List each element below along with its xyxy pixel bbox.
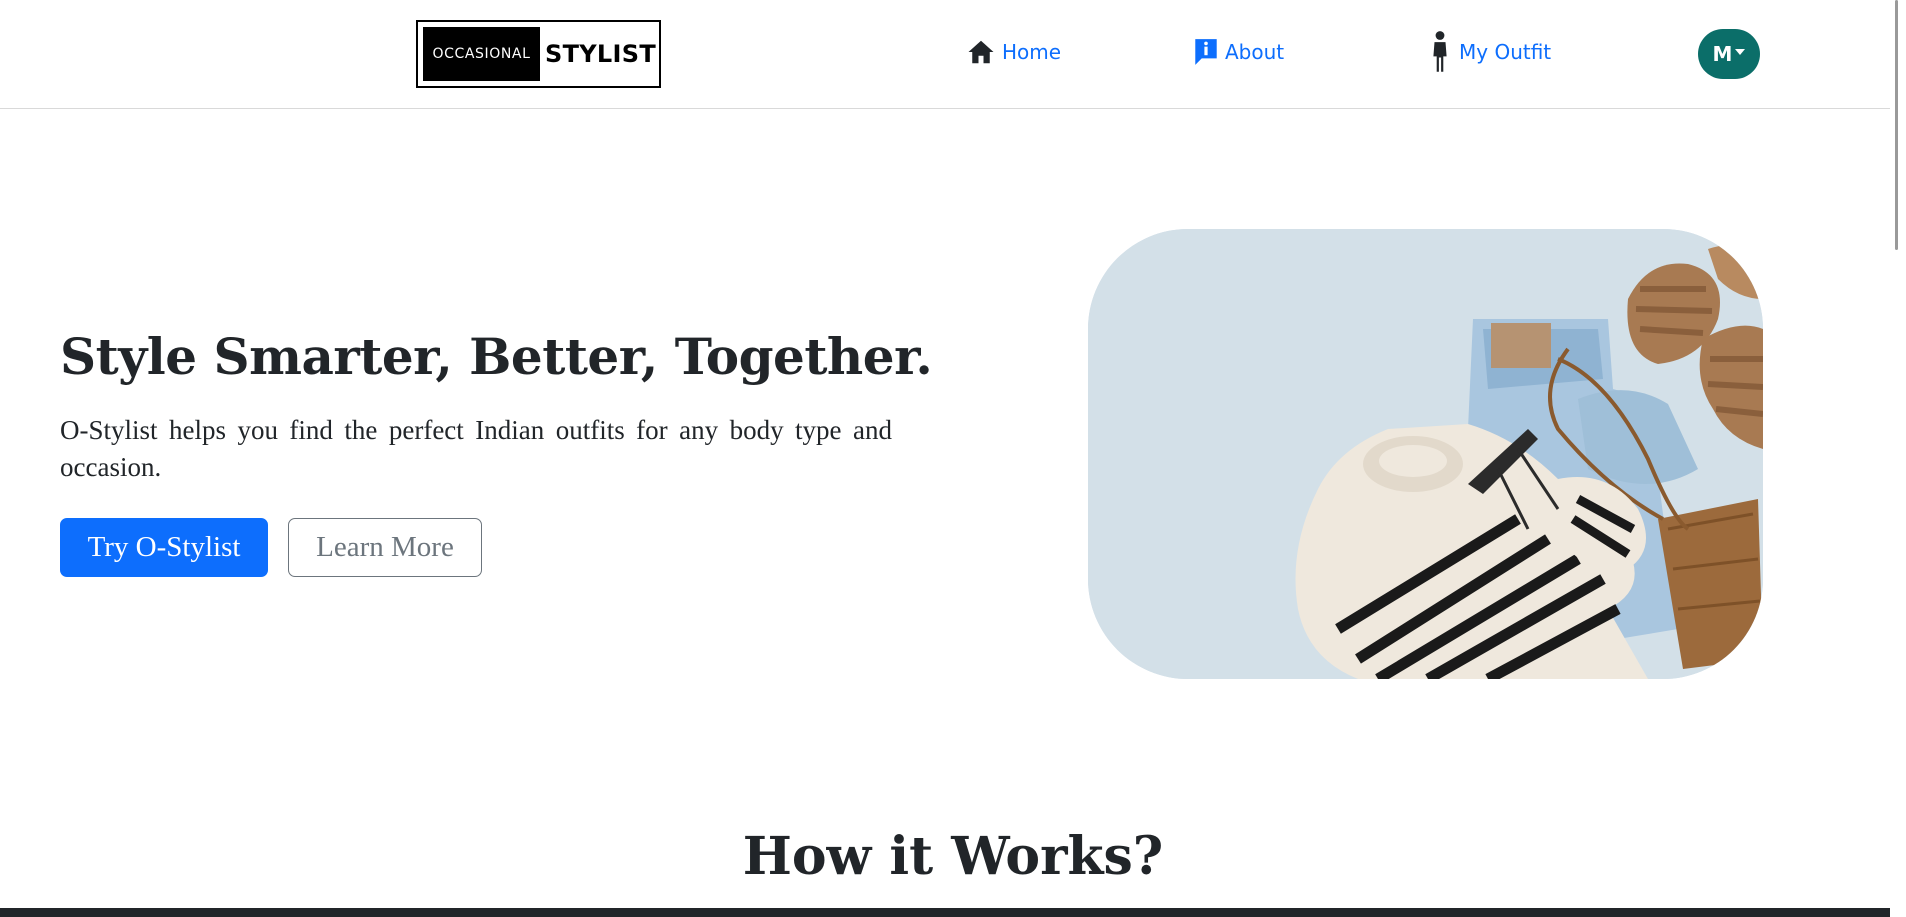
info-icon xyxy=(1193,37,1219,67)
avatar-initial: M xyxy=(1712,42,1733,66)
user-avatar-dropdown[interactable]: M xyxy=(1698,29,1760,79)
home-icon xyxy=(966,37,996,67)
how-it-works-title: How it Works? xyxy=(742,826,1164,887)
nav-about-link[interactable]: About xyxy=(1193,32,1284,72)
hero-subtitle: O-Stylist helps you find the perfect Ind… xyxy=(60,415,892,482)
hero-title: Style Smarter, Better, Together. xyxy=(60,327,933,386)
logo-right-text: STYLIST xyxy=(545,40,657,68)
learn-more-button[interactable]: Learn More xyxy=(288,518,482,577)
hero-image xyxy=(1088,229,1763,679)
person-icon xyxy=(1427,30,1453,74)
nav-my-outfit-label: My Outfit xyxy=(1459,40,1552,64)
nav-home-link[interactable]: Home xyxy=(966,32,1061,72)
site-logo[interactable]: OCCASIONAL STYLIST xyxy=(416,20,661,88)
chevron-down-icon xyxy=(1735,49,1746,55)
nav-about-label: About xyxy=(1225,40,1285,64)
navbar: OCCASIONAL STYLIST Home About My Outfit … xyxy=(0,0,1890,109)
scrollbar-thumb[interactable] xyxy=(1895,0,1898,250)
try-o-stylist-button[interactable]: Try O-Stylist xyxy=(60,518,268,577)
page-scrollbar[interactable] xyxy=(1890,0,1906,917)
nav-home-label: Home xyxy=(1002,40,1062,64)
logo-left-text: OCCASIONAL xyxy=(423,27,540,81)
next-section-edge xyxy=(0,908,1890,917)
nav-my-outfit-link[interactable]: My Outfit xyxy=(1427,30,1552,74)
